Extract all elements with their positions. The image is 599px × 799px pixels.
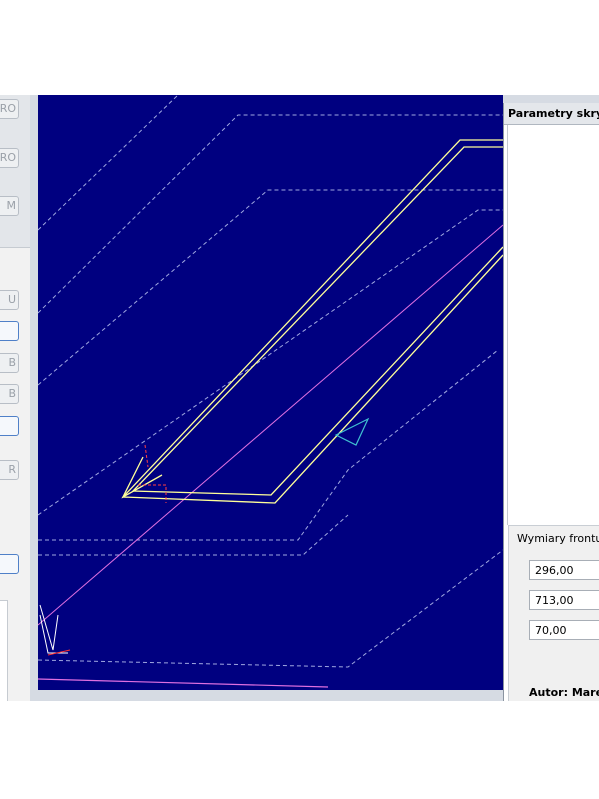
tool-button-3[interactable]: M	[0, 196, 19, 216]
triangle-marker	[334, 417, 370, 446]
tool-button-7[interactable]: B	[0, 384, 19, 404]
origin-axes	[39, 604, 71, 656]
bottom-edge-line	[38, 678, 329, 688]
tool-button-10[interactable]	[0, 554, 19, 574]
tool-list-box	[0, 600, 8, 701]
construction-lines	[38, 95, 503, 668]
front-depth-input[interactable]	[529, 620, 599, 640]
tool-button-9[interactable]: R	[0, 460, 19, 480]
tool-button-2[interactable]: RO	[0, 148, 19, 168]
front-dimensions-group: Wymiary frontu Autor: Marel	[508, 525, 599, 701]
tool-panel: RO RO M U B B R	[0, 95, 30, 701]
cad-viewport[interactable]	[38, 95, 503, 690]
corner-marker	[138, 444, 167, 503]
tool-button-6[interactable]: B	[0, 353, 19, 373]
application-window: RO RO M U B B R Parametry skr Wymiary fr…	[0, 95, 599, 701]
tool-button-1[interactable]: RO	[0, 99, 19, 119]
tool-button-4[interactable]: U	[0, 290, 19, 310]
diagonal-line	[38, 224, 503, 626]
viewport-scrollbar[interactable]	[38, 690, 503, 701]
front-height-input[interactable]	[529, 590, 599, 610]
group-title: Wymiary frontu	[517, 532, 599, 545]
tool-button-5[interactable]	[0, 321, 19, 341]
dialog-title: Parametry skryp	[504, 103, 599, 125]
tool-button-8[interactable]	[0, 416, 19, 436]
author-label: Autor: Marel	[529, 686, 599, 699]
script-parameters-dialog: Parametry skryp Wymiary frontu Autor: Ma…	[503, 103, 599, 701]
cad-drawing	[38, 95, 503, 688]
front-width-input[interactable]	[529, 560, 599, 580]
dialog-content-area	[507, 125, 599, 525]
profile-outline	[121, 139, 503, 504]
